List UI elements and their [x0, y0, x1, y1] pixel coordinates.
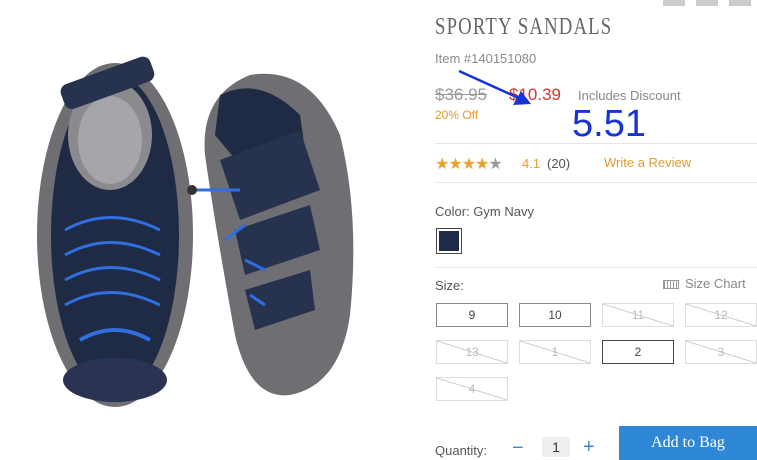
annotation-arrow-icon — [458, 69, 531, 105]
product-title: SPORTY SANDALS — [435, 14, 613, 40]
size-option[interactable]: 9 — [436, 303, 508, 327]
thumbnail-indicator — [696, 0, 718, 6]
left-sandal-graphic — [37, 56, 193, 407]
add-to-bag-button[interactable]: Add to Bag — [619, 426, 757, 460]
product-image — [37, 56, 354, 407]
size-grid: 9 10 11 12 13 1 2 3 4 — [436, 303, 757, 403]
write-review-link[interactable]: Write a Review — [604, 155, 691, 170]
divider — [435, 143, 757, 144]
size-chart-link[interactable]: Size Chart — [663, 276, 746, 291]
quantity-decrease-button[interactable]: − — [512, 437, 524, 460]
ruler-icon — [663, 280, 679, 290]
thumbnail-indicator — [663, 0, 685, 6]
annotation-label: 5.51 — [572, 103, 646, 145]
size-chart-label: Size Chart — [685, 276, 746, 291]
size-option: 12 — [685, 303, 757, 327]
quantity-label: Quantity: — [435, 443, 488, 458]
discount-note: Includes Discount — [578, 88, 681, 103]
right-sandal-graphic — [187, 73, 354, 396]
size-option: 11 — [602, 303, 674, 327]
size-label: Size: — [435, 278, 464, 293]
thumbnail-indicator — [729, 0, 751, 6]
divider — [435, 182, 757, 183]
rating-value: 4.1 — [522, 156, 541, 171]
size-option[interactable]: 10 — [519, 303, 591, 327]
item-number: Item #140151080 — [435, 51, 537, 66]
color-swatch-gym-navy[interactable] — [436, 228, 462, 254]
size-option[interactable]: 2 — [602, 340, 674, 364]
divider — [435, 267, 757, 268]
size-option: 4 — [436, 377, 508, 401]
rating-count: (20) — [547, 156, 571, 171]
color-label: Color: Gym Navy — [435, 204, 534, 219]
percent-off: 20% Off — [435, 108, 479, 122]
size-option: 3 — [685, 340, 757, 364]
size-option: 1 — [519, 340, 591, 364]
quantity-input[interactable]: 1 — [542, 437, 570, 457]
rating-stars: ★★★★★ — [435, 156, 503, 173]
size-option: 13 — [436, 340, 508, 364]
quantity-increase-button[interactable]: + — [583, 436, 595, 459]
